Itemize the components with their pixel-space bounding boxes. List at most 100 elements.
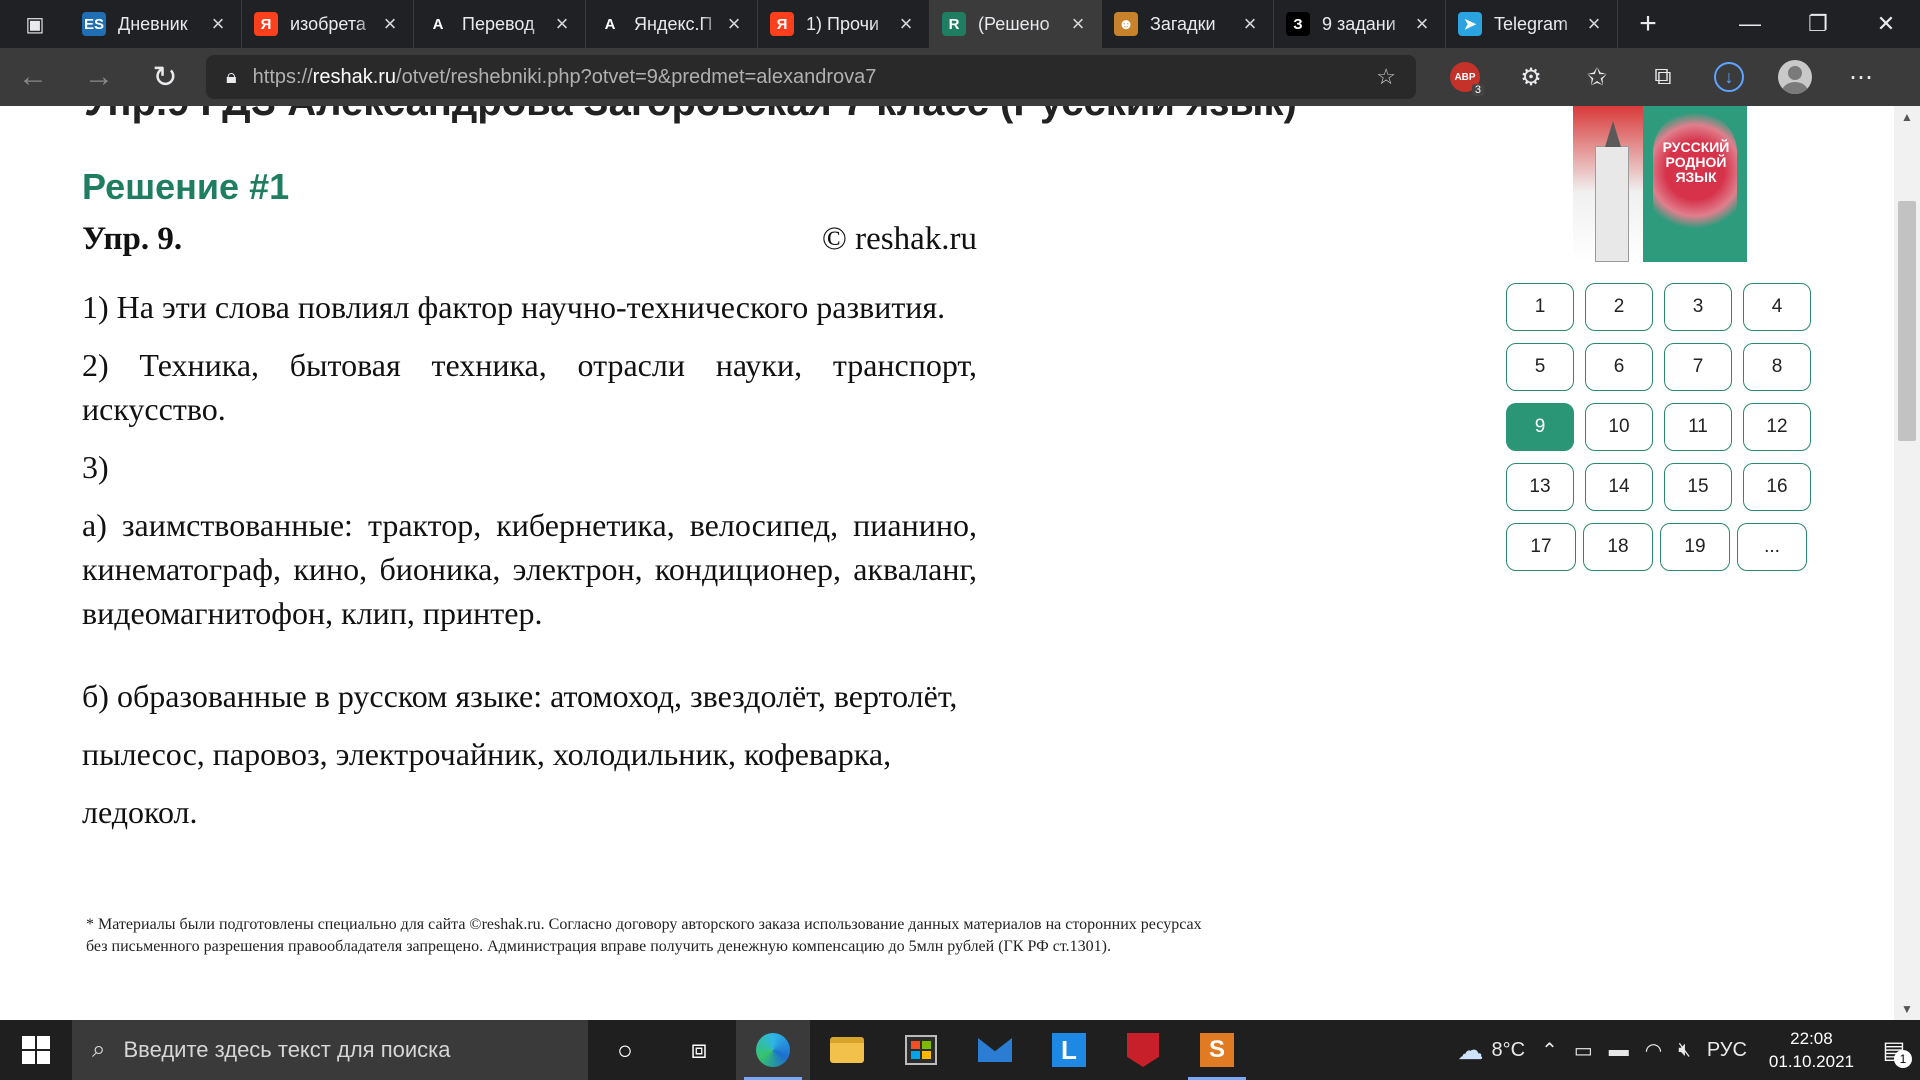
exercise-page-button[interactable]: 19 <box>1660 523 1730 571</box>
browser-tab[interactable]: ➤ Telegram × <box>1446 0 1618 48</box>
mcafee-icon <box>1127 1033 1159 1067</box>
adblock-button[interactable]: ABP 3 <box>1432 48 1498 106</box>
exercise-page-button[interactable]: 11 <box>1664 403 1732 451</box>
address-bar[interactable]: 🔒︎ https://reshak.ru/otvet/reshebniki.ph… <box>206 55 1416 99</box>
network-icon[interactable]: ◠ <box>1637 1038 1670 1063</box>
tab-close-icon[interactable]: × <box>379 11 401 37</box>
browser-tab[interactable]: Я 1) Прочи × <box>758 0 930 48</box>
maximize-button[interactable]: ❐ <box>1784 0 1852 48</box>
forward-button[interactable]: → <box>66 48 132 106</box>
answer-header: Упр. 9. © reshak.ru <box>82 221 977 271</box>
back-button[interactable]: ← <box>0 48 66 106</box>
extensions-icon[interactable]: ⚙ <box>1498 48 1564 106</box>
exercise-page-button[interactable]: 8 <box>1743 343 1811 391</box>
tab-close-icon[interactable]: × <box>551 11 573 37</box>
new-tab-button[interactable]: + <box>1618 0 1678 48</box>
exercise-page-button[interactable]: 3 <box>1664 283 1732 331</box>
url-text[interactable]: https://reshak.ru/otvet/reshebniki.php?o… <box>253 66 1377 89</box>
task-view-icon[interactable]: ⧈ <box>662 1020 736 1080</box>
scroll-up-icon[interactable]: ▲ <box>1894 110 1920 124</box>
browser-tab[interactable]: A Перевод × <box>414 0 586 48</box>
collections-icon[interactable]: ⧉ <box>1630 48 1696 106</box>
tab-title: Перевод <box>462 13 535 34</box>
page-scrollbar[interactable]: ▲ ▼ <box>1894 106 1920 1020</box>
cloud-icon: ☁ <box>1457 1034 1484 1065</box>
mail-taskbar-icon[interactable] <box>958 1020 1032 1080</box>
exercise-page-button[interactable]: ... <box>1737 523 1807 571</box>
exercise-page-button[interactable]: 18 <box>1583 523 1653 571</box>
tab-close-icon[interactable]: × <box>1583 11 1605 37</box>
exercise-page-button[interactable]: 4 <box>1743 283 1811 331</box>
browser-tab[interactable]: A Яндекс.П × <box>586 0 758 48</box>
tab-close-icon[interactable]: × <box>895 11 917 37</box>
exercise-page-button[interactable]: 10 <box>1585 403 1653 451</box>
page-viewport: Упр.9 ГДЗ Александрова Загоровская 7 кла… <box>0 106 1920 1020</box>
minimize-button[interactable]: — <box>1716 0 1784 48</box>
add-favorite-icon[interactable]: ☆ <box>1376 64 1396 90</box>
browser-tab[interactable]: R (Решено × <box>930 0 1102 48</box>
exercise-page-button[interactable]: 2 <box>1585 283 1653 331</box>
exercise-label: Упр. 9. <box>82 221 183 257</box>
s-app-taskbar-icon[interactable]: S <box>1180 1020 1254 1080</box>
adblock-count-badge: 3 <box>1471 84 1484 96</box>
browser-tab-bar: ▣ ES Дневник × Яизобрета × A Перевод × A Яндекс.П… <box>0 0 1920 48</box>
search-icon: ⌕ <box>92 1036 106 1063</box>
system-tray: ☁ 8°C ⌃ ▭ ▬ ◠ 🔇︎ РУС 22:08 01.10.2021 ▤ 1 <box>1450 1020 1920 1080</box>
exercise-page-button[interactable]: 7 <box>1664 343 1732 391</box>
language-indicator[interactable]: РУС <box>1699 1039 1755 1062</box>
mcafee-taskbar-icon[interactable] <box>1106 1020 1180 1080</box>
exercise-page-button[interactable]: 15 <box>1664 463 1732 511</box>
lock-icon[interactable]: 🔒︎ <box>226 66 237 89</box>
exercise-page-button[interactable]: 14 <box>1585 463 1653 511</box>
browser-tab[interactable]: Яизобрета × <box>242 0 414 48</box>
action-center-button[interactable]: ▤ 1 <box>1868 1020 1920 1080</box>
browser-tab[interactable]: ☻ Загадки × <box>1102 0 1274 48</box>
profile-button[interactable] <box>1762 48 1828 106</box>
tab-close-icon[interactable]: × <box>1239 11 1261 37</box>
exercise-page-button[interactable]: 6 <box>1585 343 1653 391</box>
exercise-page-button[interactable]: 16 <box>1743 463 1811 511</box>
volume-muted-icon[interactable]: 🔇︎ <box>1670 1039 1699 1062</box>
store-taskbar-icon[interactable] <box>884 1020 958 1080</box>
meet-now-icon[interactable]: ▭ <box>1566 1038 1601 1063</box>
scrollbar-thumb[interactable] <box>1898 201 1916 441</box>
refresh-button[interactable]: ↻ <box>132 48 198 106</box>
answer-part-b: б) образованные в русском языке: атомохо… <box>82 678 958 830</box>
edge-taskbar-icon[interactable] <box>736 1020 810 1080</box>
downloads-button[interactable]: ↓ <box>1696 48 1762 106</box>
browser-tab[interactable]: З 9 задани × <box>1274 0 1446 48</box>
exercise-page-button[interactable]: 1 <box>1506 283 1574 331</box>
start-button[interactable] <box>0 1020 72 1080</box>
tab-favicon-icon: ➤ <box>1458 12 1482 36</box>
exercise-page-button[interactable]: 17 <box>1506 523 1576 571</box>
battery-icon[interactable]: ▬ <box>1601 1039 1637 1062</box>
l-app-taskbar-icon[interactable]: L <box>1032 1020 1106 1080</box>
tab-close-icon[interactable]: × <box>207 11 229 37</box>
file-explorer-taskbar-icon[interactable] <box>810 1020 884 1080</box>
tab-title: 1) Прочи <box>806 13 880 34</box>
exercise-page-button[interactable]: 9 <box>1506 403 1574 451</box>
store-icon <box>905 1035 937 1065</box>
scroll-down-icon[interactable]: ▼ <box>1894 1002 1920 1016</box>
favorites-icon[interactable]: ✩ <box>1564 48 1630 106</box>
cortana-icon[interactable]: ○ <box>588 1020 662 1080</box>
close-window-button[interactable]: ✕ <box>1852 0 1920 48</box>
tab-actions-icon[interactable]: ▣ <box>0 0 70 48</box>
browser-tab[interactable]: ES Дневник × <box>70 0 242 48</box>
exercise-page-button[interactable]: 12 <box>1743 403 1811 451</box>
textbook-cover[interactable]: РУССКИЙ РОДНОЙ ЯЗЫК <box>1573 106 1747 262</box>
browser-toolbar: ← → ↻ 🔒︎ https://reshak.ru/otvet/reshebn… <box>0 48 1920 106</box>
tab-close-icon[interactable]: × <box>723 11 745 37</box>
taskbar-search-box[interactable]: ⌕ Введите здесь текст для поиска <box>72 1020 588 1080</box>
exercise-page-button[interactable]: 5 <box>1506 343 1574 391</box>
weather-widget[interactable]: ☁ 8°C <box>1450 1035 1534 1066</box>
exercise-page-button[interactable]: 13 <box>1506 463 1574 511</box>
pager-row: 1234 <box>1506 283 1822 331</box>
clock[interactable]: 22:08 01.10.2021 <box>1755 1027 1868 1073</box>
tab-close-icon[interactable]: × <box>1411 11 1433 37</box>
tab-favicon-icon: Я <box>770 12 794 36</box>
show-hidden-icons-chevron[interactable]: ⌃ <box>1533 1038 1566 1063</box>
more-menu-icon[interactable]: ⋯ <box>1828 48 1894 106</box>
copyright-footnote: * Материалы были подготовлены специально… <box>86 916 1202 955</box>
tab-close-icon[interactable]: × <box>1067 11 1089 37</box>
